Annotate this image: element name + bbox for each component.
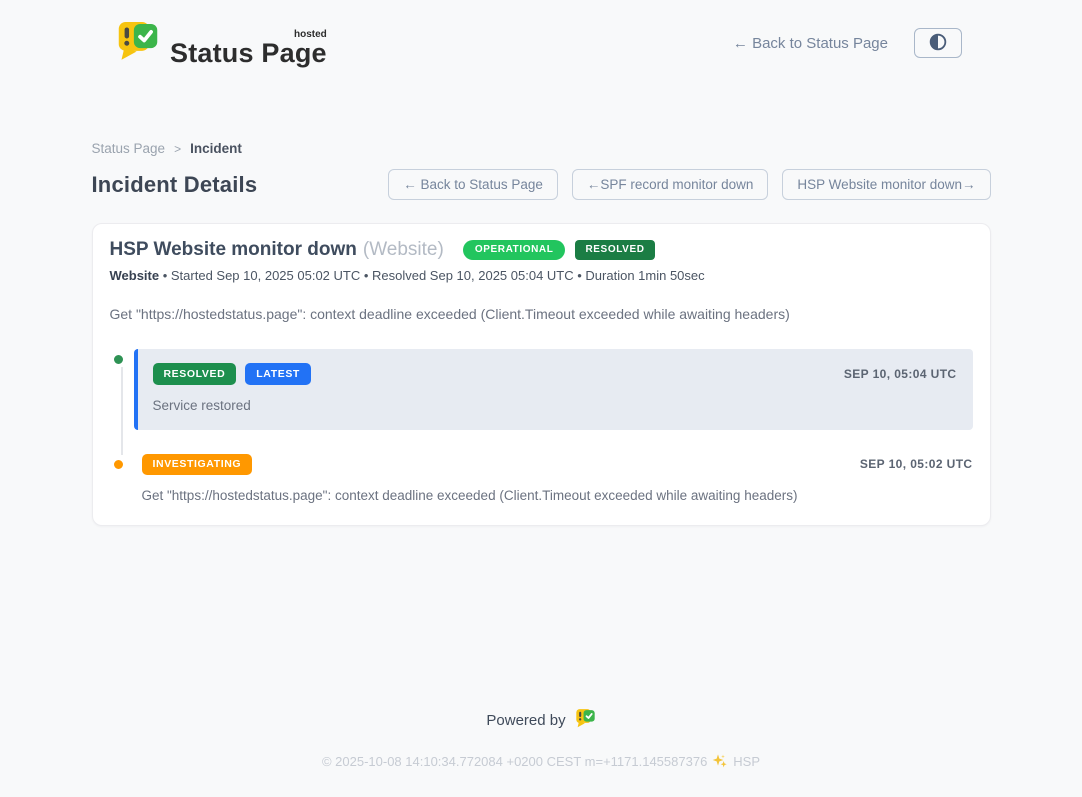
sparkles-icon	[712, 753, 728, 772]
prev-incident-button[interactable]: ←SPF record monitor down	[572, 169, 769, 200]
statuspage-logo-icon	[116, 15, 160, 71]
incident-nav-buttons: ← Back to Status Page ←SPF record monito…	[388, 169, 990, 200]
statuspage-logo[interactable]: Status Page hosted	[116, 15, 327, 71]
timeline-message: Service restored	[153, 398, 957, 413]
copyright-suffix: HSP	[733, 754, 760, 769]
theme-toggle-button[interactable]	[914, 28, 962, 58]
header: Status Page hosted ← Back to Status Page	[0, 0, 1082, 85]
incident-description: Get "https://hostedstatus.page": context…	[110, 306, 973, 322]
incident-meta-component: Website	[110, 268, 160, 283]
operational-status-badge: OPERATIONAL	[463, 240, 566, 260]
footer: Powered by © 2025-10-08 14:10:34.772084 …	[0, 708, 1082, 797]
timeline-entry-investigating: INVESTIGATING SEP 10, 05:02 UTC Get "htt…	[110, 454, 973, 504]
main-content: Status Page > Incident Incident Details …	[92, 141, 991, 526]
header-back-link[interactable]: ← Back to Status Page	[733, 35, 888, 52]
theme-contrast-icon	[927, 31, 949, 56]
timeline-timestamp: SEP 10, 05:04 UTC	[844, 367, 957, 381]
back-to-status-page-button[interactable]: ← Back to Status Page	[388, 169, 558, 200]
breadcrumb-separator: >	[174, 142, 181, 156]
timeline-highlight-box: RESOLVED LATEST SEP 10, 05:04 UTC Servic…	[134, 349, 973, 430]
resolved-status-badge: RESOLVED	[575, 240, 654, 260]
breadcrumb-status-page[interactable]: Status Page	[92, 141, 166, 156]
page-title: Incident Details	[92, 172, 258, 198]
incident-title: HSP Website monitor down	[110, 239, 357, 261]
timeline-timestamp: SEP 10, 05:02 UTC	[860, 457, 973, 471]
breadcrumb: Status Page > Incident	[92, 141, 991, 156]
next-incident-button[interactable]: HSP Website monitor down→	[782, 169, 990, 200]
timeline-dot-resolved	[111, 352, 126, 367]
resolved-badge: RESOLVED	[153, 363, 237, 385]
investigating-badge: INVESTIGATING	[142, 454, 253, 476]
incident-timeline: RESOLVED LATEST SEP 10, 05:04 UTC Servic…	[110, 349, 973, 503]
copyright-line: © 2025-10-08 14:10:34.772084 +0200 CEST …	[0, 752, 1082, 771]
statuspage-mini-logo-icon[interactable]	[575, 708, 596, 732]
timeline-entry-resolved: RESOLVED LATEST SEP 10, 05:04 UTC Servic…	[110, 349, 973, 430]
incident-meta: Website • Started Sep 10, 2025 05:02 UTC…	[110, 268, 973, 283]
powered-by-label: Powered by	[486, 712, 565, 729]
logo-hosted-superscript: hosted	[294, 29, 327, 40]
latest-badge: LATEST	[245, 363, 311, 385]
copyright-text: © 2025-10-08 14:10:34.772084 +0200 CEST …	[322, 754, 707, 769]
incident-card: HSP Website monitor down (Website) OPERA…	[92, 223, 991, 526]
logo-title: Status Page	[170, 38, 327, 68]
incident-component: (Website)	[363, 239, 444, 261]
timeline-dot-investigating	[111, 457, 126, 472]
timeline-message: Get "https://hostedstatus.page": context…	[142, 488, 973, 503]
breadcrumb-incident: Incident	[190, 141, 242, 156]
incident-meta-details: • Started Sep 10, 2025 05:02 UTC • Resol…	[159, 268, 705, 283]
